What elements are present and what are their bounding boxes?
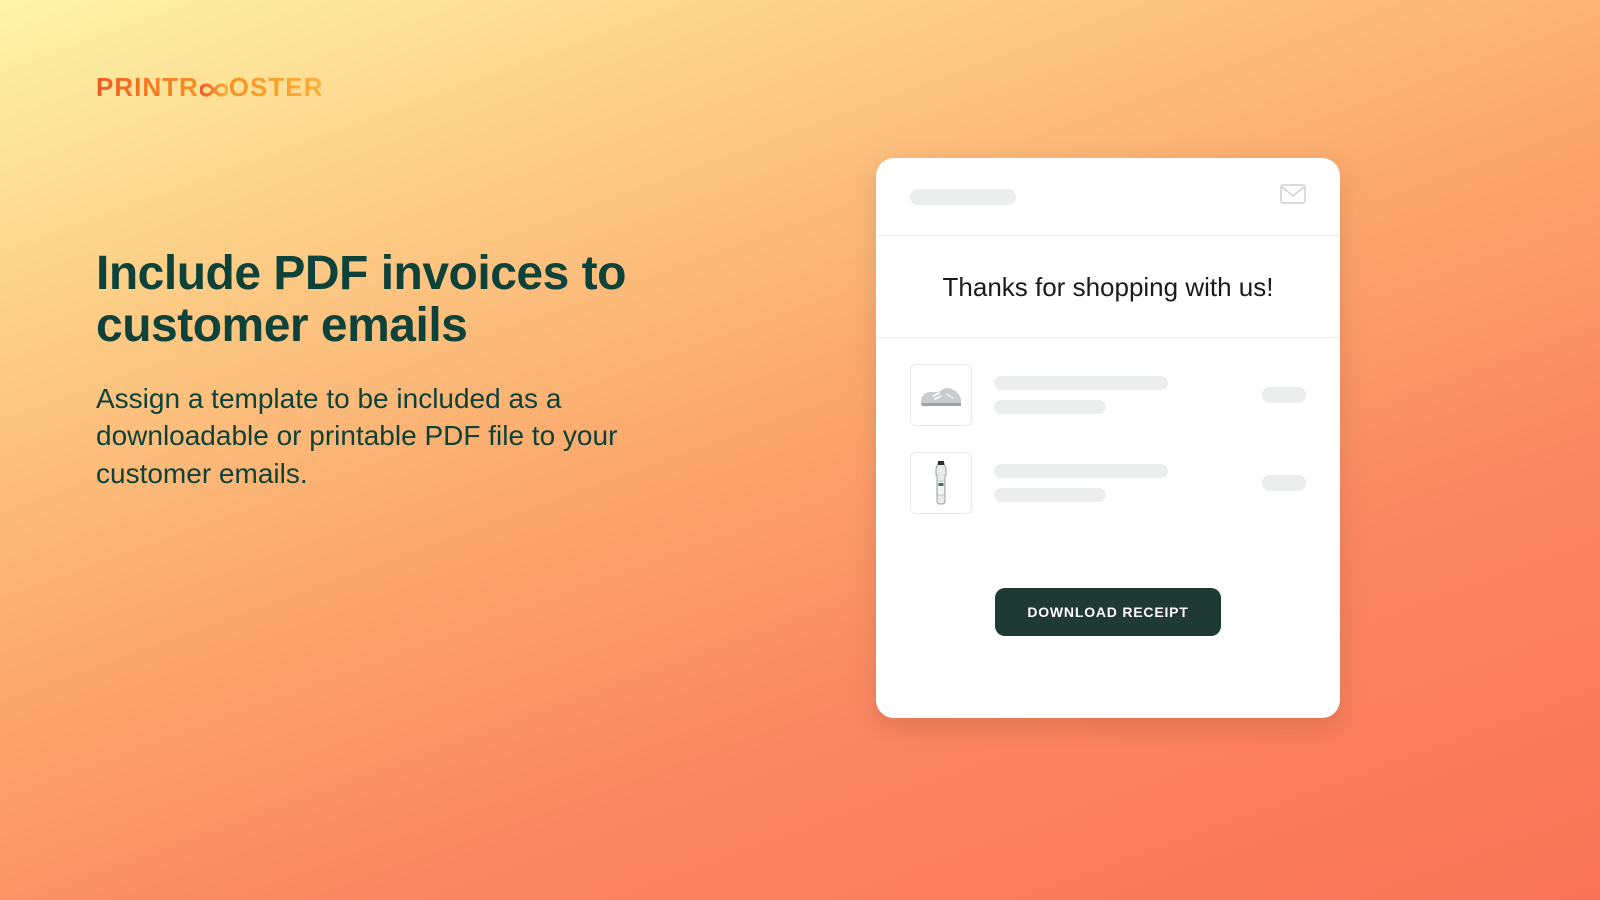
infinity-icon (200, 81, 228, 99)
price-placeholder (1262, 475, 1306, 491)
hero-text: Include PDF invoices to customer emails … (96, 248, 736, 493)
brand-part-2: OSTER (229, 72, 324, 103)
item-text-placeholder (994, 464, 1240, 502)
subject-placeholder (910, 189, 1016, 205)
line-item (910, 452, 1306, 514)
item-text-placeholder (994, 376, 1240, 414)
download-receipt-button[interactable]: DOWNLOAD RECEIPT (995, 588, 1220, 636)
thanks-message: Thanks for shopping with us! (876, 236, 1340, 338)
brand-part-1: PRINTR (96, 72, 199, 103)
brand-logo: PRINTR OSTER (96, 72, 323, 103)
line-items (876, 338, 1340, 550)
line-item (910, 364, 1306, 426)
price-placeholder (1262, 387, 1306, 403)
email-header (876, 158, 1340, 236)
email-preview-card: Thanks for shopping with us! (876, 158, 1340, 718)
bottle-icon (910, 452, 972, 514)
headline: Include PDF invoices to customer emails (96, 248, 736, 352)
mail-icon (1280, 184, 1306, 209)
sneaker-icon (910, 364, 972, 426)
subtext: Assign a template to be included as a do… (96, 380, 736, 493)
